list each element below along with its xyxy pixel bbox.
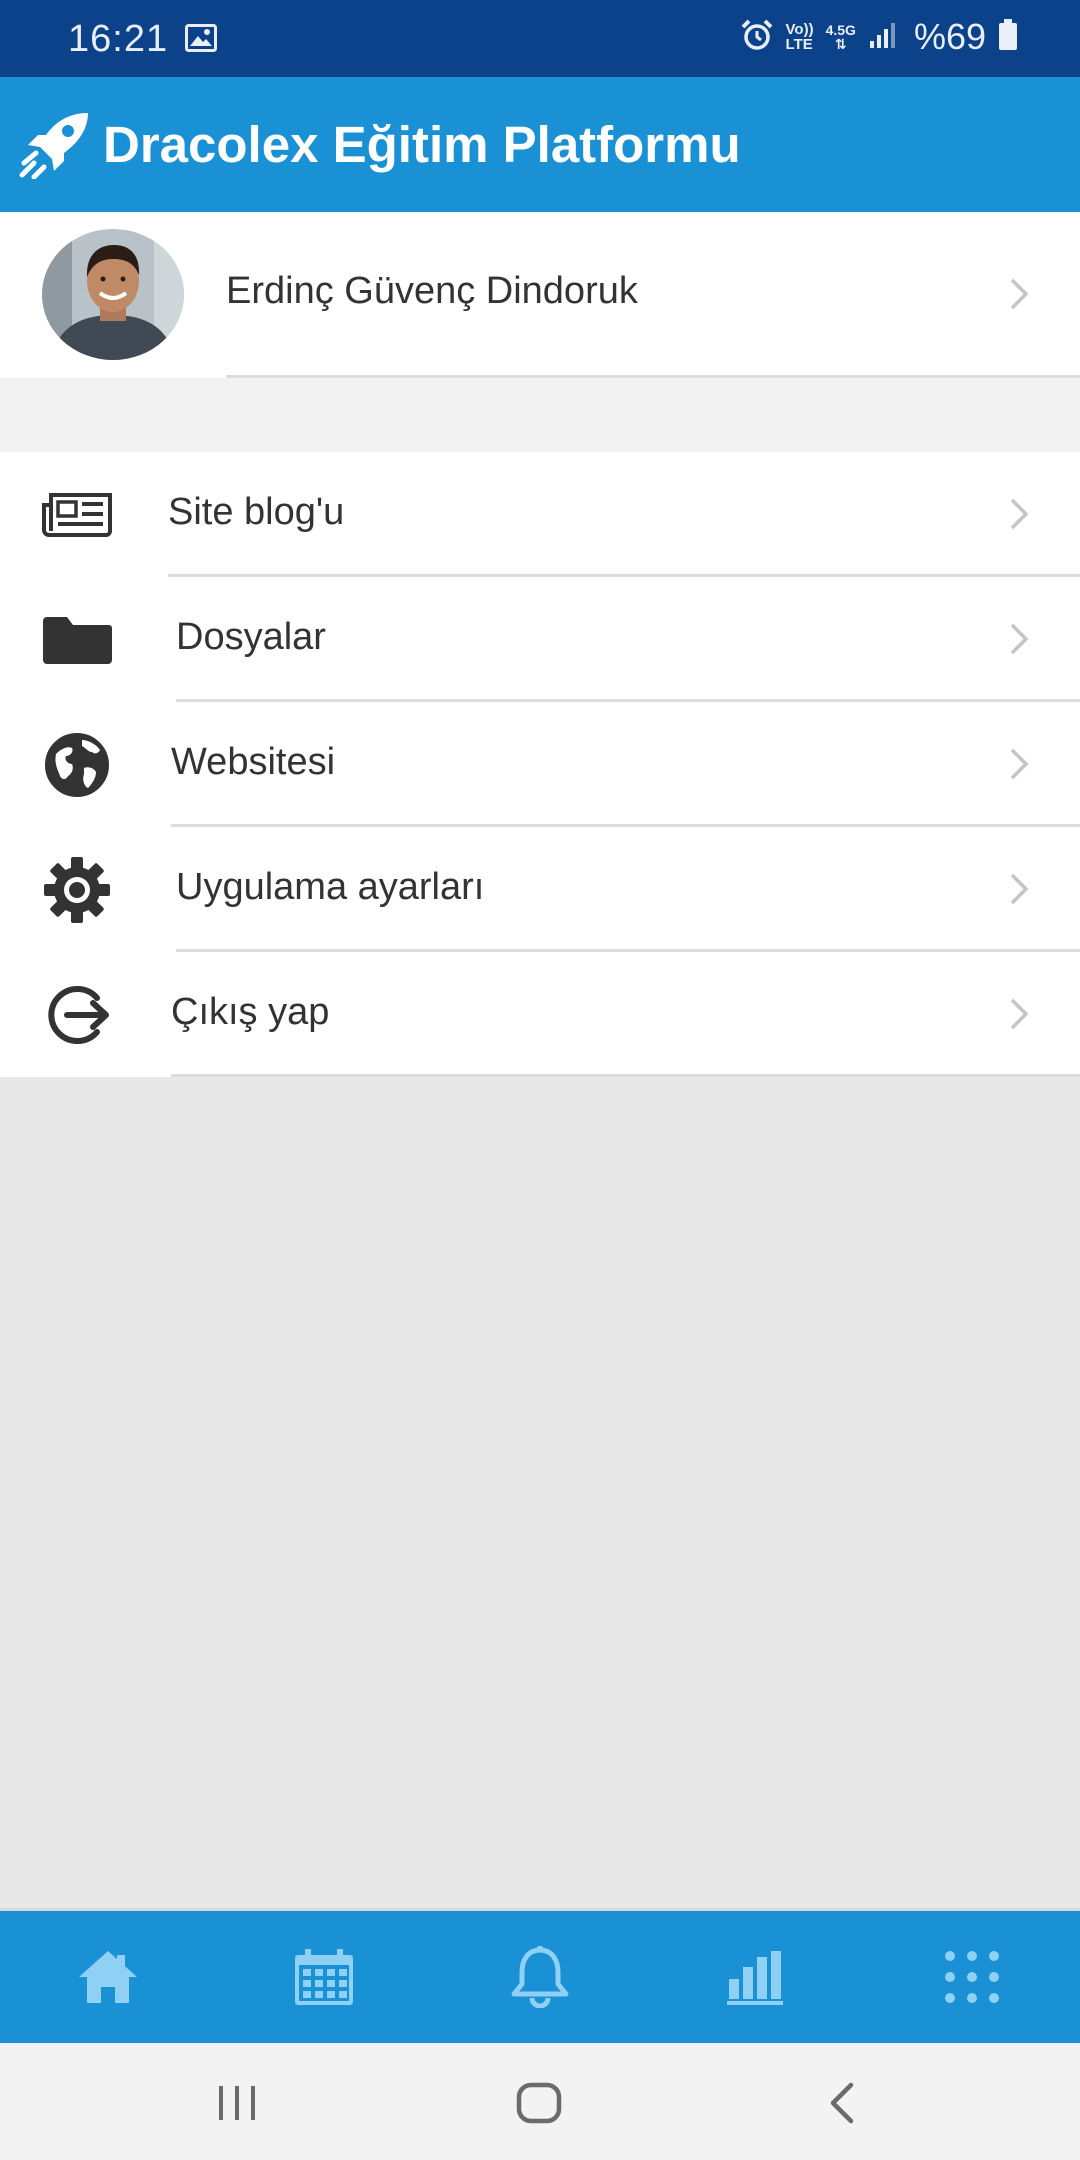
newspaper-icon (41, 482, 113, 548)
avatar (42, 229, 184, 360)
menu-item-label: Uygulama ayarları (176, 866, 485, 908)
battery-percent: %69 (913, 16, 986, 57)
sign-out-icon (41, 982, 113, 1048)
folder-icon (41, 607, 113, 673)
globe-icon (41, 732, 113, 798)
menu-item-logout[interactable]: Çıkış yap (0, 952, 1080, 1077)
menu-item-label: Çıkış yap (171, 991, 330, 1033)
chevron-right-icon (1010, 498, 1029, 530)
image-notification-icon (185, 24, 217, 57)
app-title: Dracolex Eğitim Platformu (103, 116, 741, 173)
data-type-indicator: 4.5G ⇅ (826, 23, 856, 51)
bottom-nav (0, 1908, 1080, 2043)
menu-list: Site blog'u Dosyalar Websitesi Uygulama … (0, 452, 1080, 1077)
menu-item-label: Websitesi (171, 741, 336, 783)
back-button[interactable] (812, 2079, 872, 2127)
profile-row[interactable]: Erdinç Güvenç Dindoruk (0, 212, 1080, 378)
menu-item-site-blog[interactable]: Site blog'u (0, 452, 1080, 577)
home-icon (79, 1951, 137, 2003)
menu-item-app-settings[interactable]: Uygulama ayarları (0, 827, 1080, 952)
home-circle-icon (516, 2082, 562, 2124)
status-bar: 16:21 Vo)) LTE 4.5G ⇅ %69 (0, 0, 1080, 77)
recent-apps-icon (219, 2086, 255, 2120)
back-chevron-icon (830, 2082, 854, 2124)
chevron-right-icon (1010, 748, 1029, 780)
menu-item-label: Dosyalar (176, 616, 326, 658)
nav-home-button[interactable] (68, 1941, 148, 2013)
chevron-right-icon (1010, 873, 1029, 905)
profile-name: Erdinç Güvenç Dindoruk (226, 270, 638, 312)
status-time: 16:21 (68, 18, 169, 60)
status-indicators: Vo)) LTE 4.5G ⇅ %69 (740, 16, 1018, 58)
bell-icon (511, 1946, 569, 2008)
system-nav-bar (0, 2043, 1080, 2160)
section-spacer (0, 378, 1080, 452)
gear-icon (41, 857, 113, 923)
rocket-icon (18, 111, 90, 184)
home-system-button[interactable] (509, 2079, 569, 2127)
lte-label: LTE (785, 36, 813, 53)
data-arrows-icon: ⇅ (834, 36, 847, 52)
recent-apps-button[interactable] (207, 2079, 267, 2127)
chevron-right-icon (1010, 278, 1029, 310)
divider (171, 1074, 1080, 1077)
nav-more-button[interactable] (932, 1941, 1012, 2013)
menu-item-label: Site blog'u (168, 491, 345, 533)
chevron-right-icon (1010, 623, 1029, 655)
nav-notifications-button[interactable] (500, 1941, 580, 2013)
signal-icon (868, 21, 898, 54)
menu-item-files[interactable]: Dosyalar (0, 577, 1080, 702)
volte-label: Vo)) (785, 21, 814, 38)
data-type-label: 4.5G (825, 22, 856, 38)
chevron-right-icon (1010, 998, 1029, 1030)
bar-chart-icon (727, 1951, 783, 2005)
grid-dots-icon (945, 1951, 999, 2003)
calendar-icon (295, 1949, 353, 2005)
menu-item-website[interactable]: Websitesi (0, 702, 1080, 827)
nav-calendar-button[interactable] (284, 1941, 364, 2013)
nav-stats-button[interactable] (716, 1941, 796, 2013)
alarm-icon (740, 18, 774, 57)
battery-icon (998, 18, 1018, 56)
volte-indicator: Vo)) LTE (786, 22, 814, 52)
app-bar: Dracolex Eğitim Platformu (0, 77, 1080, 212)
